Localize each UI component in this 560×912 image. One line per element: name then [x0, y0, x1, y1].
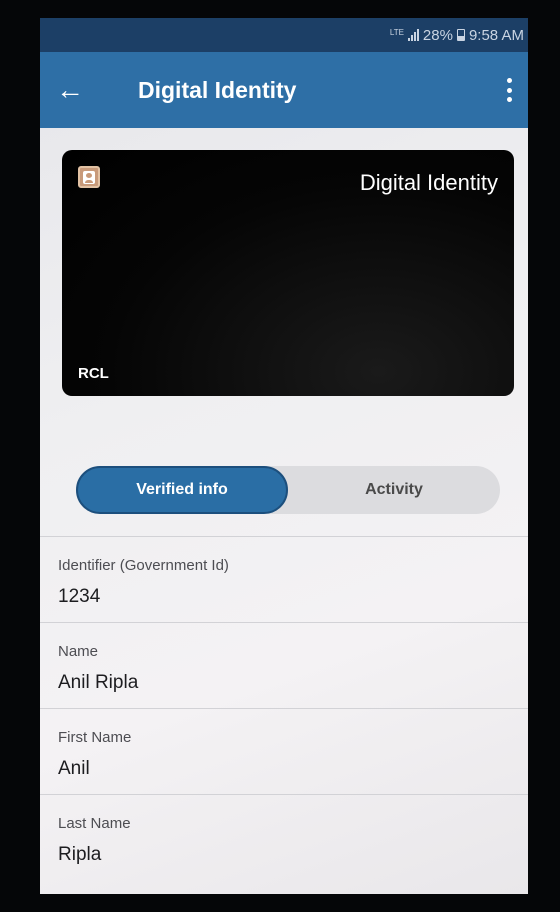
phone-frame: LTE 28% 9:58 AM ← Digital Identity Digit…: [0, 0, 560, 912]
info-row-name: Name Anil Ripla: [40, 622, 528, 708]
contact-card-icon: [78, 166, 100, 188]
signal-icon: [407, 29, 419, 41]
info-value: 1234: [58, 586, 101, 607]
info-value: Ripla: [58, 844, 102, 865]
info-label: Identifier (Government Id): [58, 557, 229, 574]
info-row-last-name: Last Name Ripla: [40, 794, 528, 880]
card-issuer: RCL: [78, 365, 109, 382]
info-row-identifier: Identifier (Government Id) 1234: [40, 536, 528, 622]
info-value: Anil: [58, 758, 90, 779]
network-indicator: LTE: [389, 27, 404, 37]
info-row-first-name: First Name Anil: [40, 708, 528, 794]
card-title: Digital Identity: [359, 170, 498, 195]
page-title: Digital Identity: [138, 76, 297, 103]
info-label: Last Name: [58, 815, 131, 832]
battery-icon: [456, 29, 465, 41]
tab-verified-info[interactable]: Verified info: [76, 466, 288, 514]
app-bar: ← Digital Identity: [40, 52, 528, 128]
screen: LTE 28% 9:58 AM ← Digital Identity Digit…: [40, 18, 528, 894]
tab-bar: Verified info Activity: [76, 466, 500, 514]
info-label: First Name: [58, 729, 132, 746]
status-time: 9:58 AM: [468, 26, 524, 44]
identity-card[interactable]: Digital Identity RCL: [62, 150, 514, 396]
arrow-left-icon[interactable]: ←: [40, 52, 100, 128]
more-vert-icon[interactable]: [506, 78, 512, 102]
info-value: Anil Ripla: [58, 672, 139, 693]
status-bar: LTE 28% 9:58 AM: [40, 18, 528, 52]
tab-activity[interactable]: Activity: [288, 466, 500, 514]
battery-percent: 28%: [422, 26, 453, 44]
verified-info-list: Identifier (Government Id) 1234 Name Ani…: [40, 536, 528, 880]
info-label: Name: [58, 643, 99, 660]
